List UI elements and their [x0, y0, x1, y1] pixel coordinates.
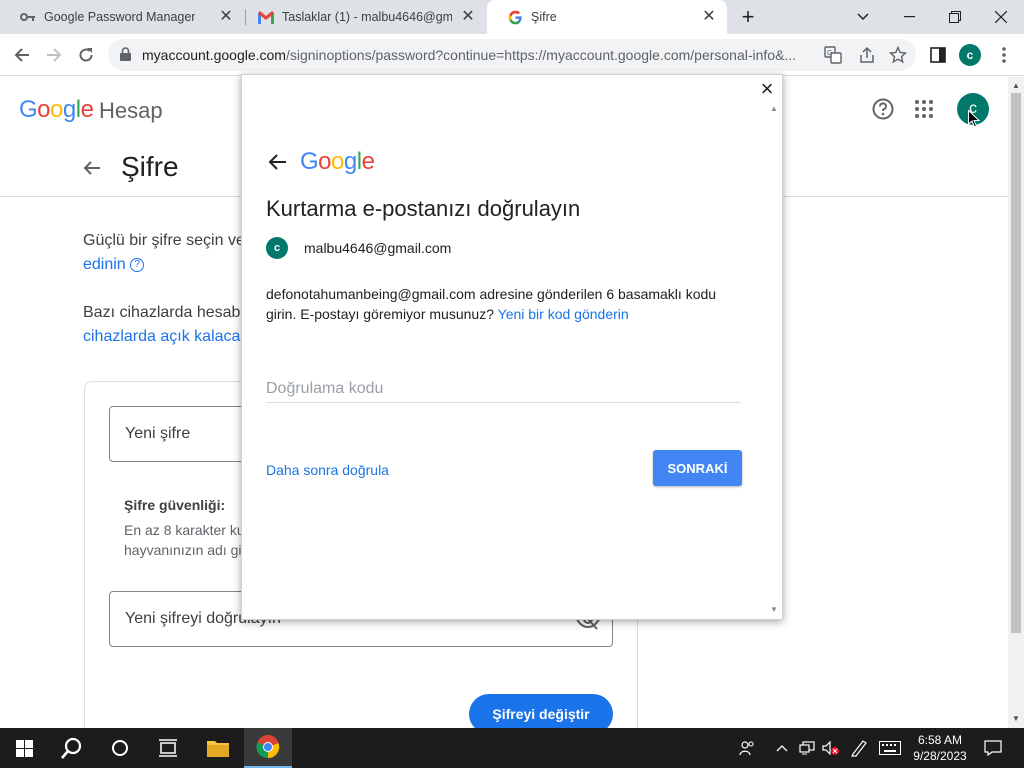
reload-icon[interactable]: [72, 41, 100, 69]
key-icon: [20, 9, 36, 25]
show-hidden-icons-chevron-icon[interactable]: [772, 728, 792, 768]
tab-sifre[interactable]: Şifre ✕: [487, 0, 727, 34]
apps-grid-icon[interactable]: [915, 100, 935, 120]
search-icon[interactable]: [48, 728, 96, 768]
tab-title: Şifre: [531, 10, 557, 24]
dialog-heading: Kurtarma e-postanızı doğrulayın: [266, 196, 581, 221]
touch-keyboard-icon[interactable]: [876, 728, 904, 768]
close-tab-icon[interactable]: ✕: [460, 9, 476, 25]
profile-avatar[interactable]: c: [956, 41, 984, 69]
address-bar[interactable]: myaccount.google.com/signinoptions/passw…: [108, 39, 916, 71]
url-host: myaccount.google.com: [142, 47, 286, 63]
tab-gmail[interactable]: Taslaklar (1) - malbu4646@gmail ✕: [238, 0, 486, 34]
tab-password-manager[interactable]: Google Password Manager ✕: [0, 0, 244, 34]
google-g-icon: [507, 9, 523, 25]
dialog-scroll-up-icon[interactable]: ▲: [770, 105, 778, 113]
dialog-scroll-down-icon[interactable]: ▼: [770, 606, 778, 614]
resend-code-link[interactable]: Yeni bir kod gönderin: [498, 306, 629, 322]
verification-code-input[interactable]: Doğrulama kodu: [266, 369, 741, 403]
verification-code-placeholder: Doğrulama kodu: [266, 380, 384, 397]
intro-text: Güçlü bir şifre seçin ve: [83, 232, 245, 249]
chrome-menu-icon[interactable]: [990, 41, 1018, 69]
scroll-up-arrow-icon[interactable]: ▲: [1012, 81, 1020, 90]
dialog-google-logo: Google: [300, 148, 375, 175]
network-icon[interactable]: [796, 728, 818, 768]
page-scrollbar[interactable]: ▲ ▼: [1008, 77, 1024, 728]
tab-search-chevron-icon[interactable]: [840, 0, 886, 34]
dialog-back-arrow-icon[interactable]: [268, 153, 290, 173]
help-circle-icon: ?: [130, 257, 145, 272]
forward-arrow-icon[interactable]: [40, 41, 68, 69]
strength-title: Şifre güvenliği:: [124, 497, 226, 513]
strength-line-1: En az 8 karakter ku: [124, 522, 245, 538]
restore-button[interactable]: [932, 0, 978, 34]
gmail-icon: [258, 9, 274, 25]
url-path: /signinoptions/password?continue=https:/…: [285, 47, 797, 63]
chrome-taskbar-icon[interactable]: [244, 728, 292, 768]
translate-icon[interactable]: G: [824, 46, 842, 69]
clock-time: 6:58 AM: [917, 733, 963, 747]
help-icon[interactable]: [871, 97, 895, 121]
back-arrow-icon[interactable]: [82, 158, 104, 180]
close-tab-icon[interactable]: ✕: [701, 9, 717, 25]
devices-text: Bazı cihazlarda hesab: [83, 304, 241, 321]
minimize-button[interactable]: [886, 0, 932, 34]
new-password-placeholder: Yeni şifre: [125, 425, 191, 442]
windows-start-icon[interactable]: [0, 728, 48, 768]
cortana-icon[interactable]: [96, 728, 144, 768]
devices-link[interactable]: cihazlarda açık kalaca: [83, 328, 240, 346]
side-panel-icon[interactable]: [924, 41, 952, 69]
new-tab-button[interactable]: +: [726, 0, 770, 34]
bookmark-star-icon[interactable]: [888, 45, 908, 69]
learn-more-link[interactable]: edinin ?: [83, 256, 145, 274]
close-tab-icon[interactable]: ✕: [218, 9, 234, 25]
change-password-button[interactable]: Şifreyi değiştir: [469, 694, 613, 728]
notifications-icon[interactable]: [978, 728, 1008, 768]
tab-title: Taslaklar (1) - malbu4646@gmail: [282, 10, 452, 24]
svg-text:G: G: [827, 50, 832, 57]
scroll-down-arrow-icon[interactable]: ▼: [1012, 714, 1020, 723]
scrollbar-thumb[interactable]: [1011, 93, 1021, 633]
file-explorer-icon[interactable]: [194, 728, 242, 768]
windows-taskbar: 6:58 AM 9/28/2023: [0, 728, 1024, 768]
browser-toolbar: myaccount.google.com/signinoptions/passw…: [0, 34, 1024, 76]
dialog-close-button[interactable]: ×: [757, 78, 777, 100]
share-icon[interactable]: [858, 46, 876, 69]
people-icon[interactable]: [734, 728, 760, 768]
dialog-body-text: defonotahumanbeing@gmail.com adresine gö…: [266, 286, 717, 322]
pen-icon[interactable]: [847, 728, 871, 768]
product-name: Hesap: [99, 98, 163, 123]
close-window-button[interactable]: [978, 0, 1024, 34]
clock-date: 9/28/2023: [913, 749, 967, 763]
mouse-cursor-icon: [968, 109, 981, 133]
page-title: Şifre: [121, 151, 179, 182]
back-arrow-icon[interactable]: [8, 41, 36, 69]
google-logo[interactable]: Google: [19, 96, 94, 124]
next-button[interactable]: SONRAKİ: [653, 450, 742, 486]
strength-line-2: hayvanınızın adı gi: [124, 542, 242, 558]
lock-icon[interactable]: [120, 47, 131, 66]
verify-later-link[interactable]: Daha sonra doğrula: [266, 462, 389, 478]
verify-email-dialog: × ▲ ▼ Google Kurtarma e-postanızı doğrul…: [241, 74, 783, 620]
account-avatar: c: [266, 237, 288, 259]
account-email: malbu4646@gmail.com: [304, 240, 452, 256]
task-view-icon[interactable]: [144, 728, 192, 768]
url-text[interactable]: myaccount.google.com/signinoptions/passw…: [142, 47, 807, 63]
clock[interactable]: 6:58 AM 9/28/2023: [906, 732, 974, 764]
tab-strip: Google Password Manager ✕ Taslaklar (1) …: [0, 0, 1024, 34]
tab-title: Google Password Manager: [44, 10, 196, 24]
volume-muted-icon[interactable]: [820, 728, 842, 768]
